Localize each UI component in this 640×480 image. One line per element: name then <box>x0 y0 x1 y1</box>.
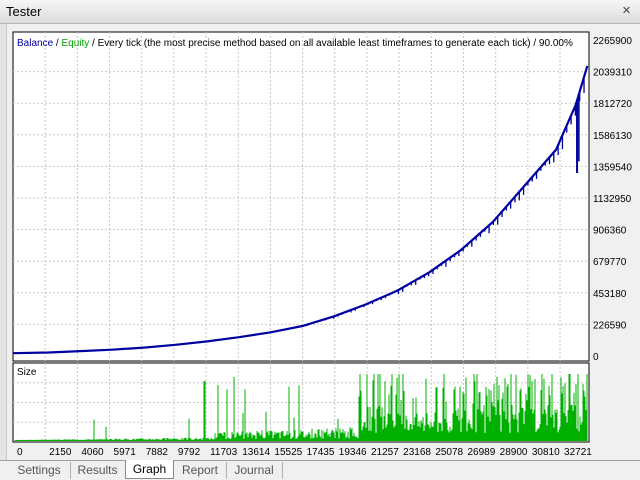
x-tick-label: 15525 <box>274 447 302 458</box>
y-axis-tick-labels: 2265900203931018127201586130135954011329… <box>593 36 632 363</box>
size-label: Size <box>17 367 37 378</box>
x-tick-label: 32721 <box>564 447 592 458</box>
tab-bar: Settings Results Graph Report Journal <box>0 460 640 480</box>
x-tick-label: 25078 <box>435 447 463 458</box>
x-tick-label: 7882 <box>146 447 169 458</box>
title-bar[interactable]: Tester ✕ <box>0 0 640 24</box>
x-tick-label: 30810 <box>532 447 560 458</box>
x-tick-label: 13614 <box>242 447 270 458</box>
window-title: Tester <box>6 4 42 19</box>
x-tick-label: 26989 <box>468 447 496 458</box>
y-tick-label: 1132950 <box>593 194 632 205</box>
tab-report[interactable]: Report <box>174 462 227 479</box>
x-tick-label: 19346 <box>339 447 367 458</box>
legend-description: / Every tick (the most precise method ba… <box>89 38 573 49</box>
graph-area: 2265900203931018127201586130135954011329… <box>12 31 632 458</box>
y-tick-label: 679770 <box>593 257 627 268</box>
x-tick-label: 21257 <box>371 447 399 458</box>
x-tick-label: 11703 <box>210 447 238 458</box>
y-tick-label: 906360 <box>593 226 627 237</box>
tab-journal-label: Journal <box>234 463 274 477</box>
tab-settings-label: Settings <box>17 463 61 477</box>
tab-results[interactable]: Results <box>70 462 126 479</box>
y-tick-label: 2039310 <box>593 68 632 79</box>
tester-window: Tester ✕ 2265900 2039310 1812720 1586130 135… <box>0 0 640 480</box>
y-tick-label: 2265900 <box>593 36 632 47</box>
y-tick-label: 0 <box>593 352 599 363</box>
tab-journal[interactable]: Journal <box>226 462 283 479</box>
tab-graph-label: Graph <box>132 462 167 476</box>
legend-balance: Balance <box>17 38 54 49</box>
tab-results-label: Results <box>77 463 118 477</box>
x-tick-label: 28900 <box>500 447 528 458</box>
x-tick-label: 23168 <box>403 447 431 458</box>
x-tick-label: 4060 <box>81 447 104 458</box>
x-axis-tick-labels: 0 2150 4060 5971 7882 9792 11703 13614 15525 1743… <box>17 447 592 458</box>
tab-settings[interactable]: Settings <box>8 462 71 479</box>
tab-graph[interactable]: Graph <box>125 460 174 479</box>
close-icon[interactable]: ✕ <box>620 5 633 18</box>
x-tick-label: 5971 <box>114 447 137 458</box>
y-tick-label: 453180 <box>593 289 627 300</box>
x-tick-label: 0 <box>17 447 23 458</box>
x-tick-label: 9792 <box>178 447 201 458</box>
y-tick-label: 1359540 <box>593 162 632 173</box>
x-tick-label: 2150 <box>49 447 72 458</box>
tab-report-label: Report <box>181 463 219 477</box>
x-tick-label: 17435 <box>307 447 335 458</box>
chart-legend: Balance / Equity / Every tick (the most … <box>17 38 573 49</box>
y-tick-label: 1812720 <box>593 99 632 110</box>
balance-plot-background <box>12 31 590 362</box>
y-tick-label: 226590 <box>593 320 627 331</box>
legend-equity: Equity <box>61 38 89 49</box>
y-tick-label: 1586130 <box>593 131 632 142</box>
legend-separator: / <box>53 38 61 49</box>
